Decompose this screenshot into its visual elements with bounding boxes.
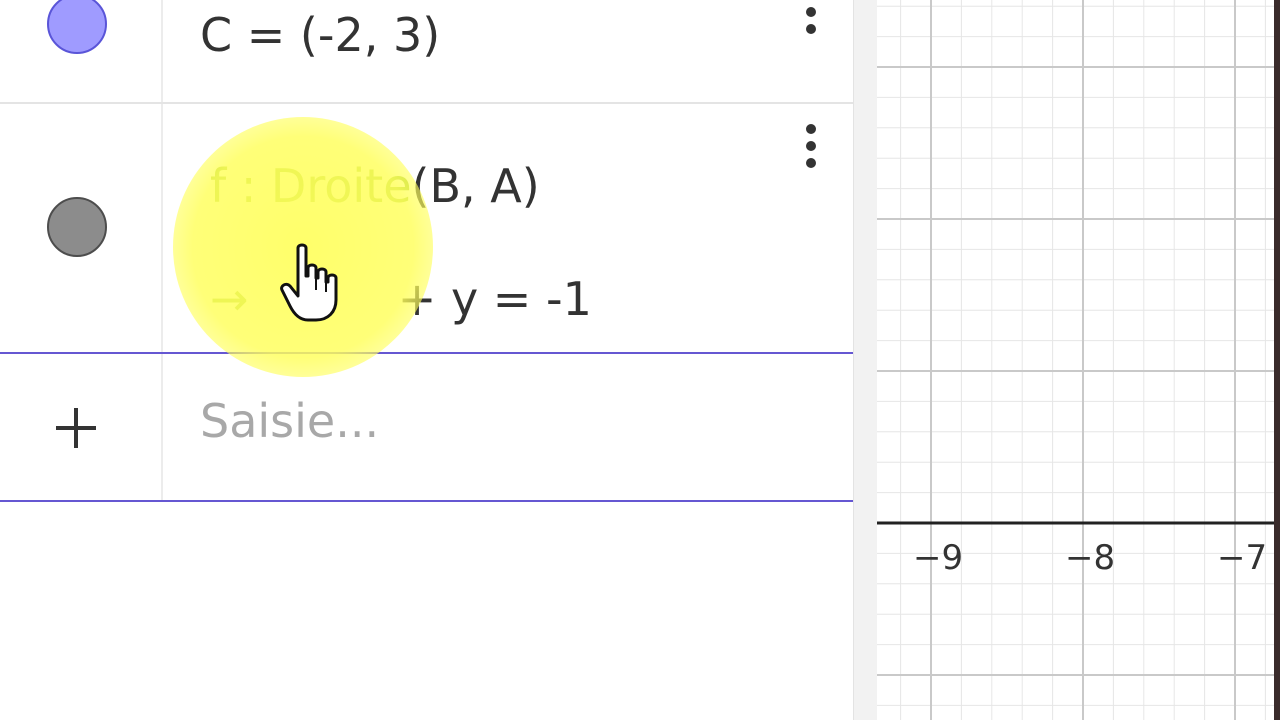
panel-divider[interactable]	[853, 0, 877, 720]
x-tick-label: −8	[1065, 538, 1116, 578]
output-equation: + y = -1	[397, 272, 592, 326]
marble-column	[0, 354, 163, 500]
expression-c[interactable]: C = (-2, 3)	[200, 8, 440, 62]
geogebra-app: C = (-2, 3) f : Droite(B, A) → + y = -1	[0, 0, 1280, 720]
marble-column	[0, 104, 163, 352]
algebra-row-point-c[interactable]: C = (-2, 3)	[0, 0, 853, 104]
hand-cursor-icon	[280, 243, 338, 322]
algebra-input-row[interactable]: Saisie...	[0, 352, 853, 502]
marble-column	[0, 0, 163, 102]
more-options-icon[interactable]	[801, 0, 821, 40]
graphics-view[interactable]: −9 −8 −7	[877, 0, 1280, 720]
output-f: → + y = -1	[210, 272, 592, 326]
definition-args: (B, A)	[411, 159, 540, 213]
output-arrow: →	[210, 272, 249, 326]
algebra-view: C = (-2, 3) f : Droite(B, A) → + y = -1	[0, 0, 853, 720]
definition-command: f : Droite	[210, 159, 412, 213]
grid	[877, 0, 1280, 720]
input-bar[interactable]: Saisie...	[200, 394, 379, 448]
definition-f[interactable]: f : Droite(B, A)	[210, 159, 540, 213]
visibility-toggle-c[interactable]	[47, 0, 107, 54]
visibility-toggle-f[interactable]	[47, 197, 107, 257]
x-tick-label: −9	[913, 538, 964, 578]
more-options-icon[interactable]	[801, 124, 821, 174]
x-tick-label: −7	[1217, 538, 1268, 578]
window-edge	[1274, 0, 1280, 720]
plus-icon[interactable]	[54, 406, 98, 450]
algebra-row-line-f[interactable]: f : Droite(B, A) → + y = -1	[0, 104, 853, 352]
